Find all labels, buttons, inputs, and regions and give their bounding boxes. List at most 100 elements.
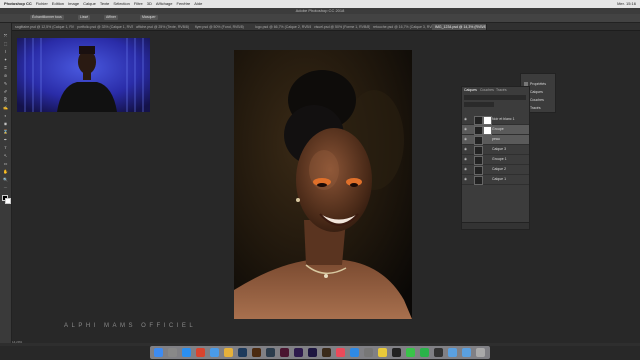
dock-icon[interactable] [462, 348, 471, 357]
menu-item-4[interactable]: Calque [83, 1, 96, 6]
document-tab[interactable]: flyer.psd @ 50% (Fond, RVB/8) [192, 24, 255, 30]
layer-row[interactable]: ◉ peau [462, 135, 529, 145]
dock-icon[interactable] [308, 348, 317, 357]
tab-channels[interactable]: Couches [480, 88, 494, 92]
dock-icon[interactable] [224, 348, 233, 357]
dock-icon[interactable] [252, 348, 261, 357]
visibility-eye-icon[interactable]: ◉ [464, 135, 467, 144]
document-tab[interactable]: logo.psd @ 66,7% (Calque 2, RVB/8) [252, 24, 314, 30]
menu-item-7[interactable]: Filtre [134, 1, 143, 6]
layer-name: Noir et blanc 1 [492, 117, 515, 121]
crop-tool-icon[interactable]: ⌗ [3, 65, 8, 70]
dock-icon[interactable] [336, 348, 345, 357]
dock-icon[interactable] [210, 348, 219, 357]
layer-row[interactable]: ◉ Noir et blanc 1 [462, 115, 529, 125]
menu-item-1[interactable]: Fichier [36, 1, 48, 6]
history-brush-tool-icon[interactable]: ✍ [3, 105, 8, 110]
move-tool-icon[interactable]: ⤧ [3, 33, 8, 38]
layer-row[interactable]: ◉ Calque 2 [462, 165, 529, 175]
layer-row[interactable]: ◉ Groupe [462, 125, 529, 135]
more-tool-icon[interactable]: ⋯ [3, 185, 8, 190]
visibility-eye-icon[interactable]: ◉ [464, 165, 467, 174]
layer-thumbnail [474, 136, 483, 145]
dock-icon[interactable] [406, 348, 415, 357]
healing-tool-icon[interactable]: ✎ [3, 81, 8, 86]
pen-tool-icon[interactable]: ✒ [3, 137, 8, 142]
dock-icon[interactable] [280, 348, 289, 357]
hand-tool-icon[interactable]: ✋ [3, 169, 8, 174]
webcam-overlay [17, 38, 150, 112]
layer-row[interactable]: ◉ Calque 1 [462, 175, 529, 185]
blend-mode-select[interactable] [464, 102, 494, 107]
dock-icon[interactable] [154, 348, 163, 357]
layer-thumbnail [474, 166, 483, 175]
menu-item-9[interactable]: Affichage [156, 1, 173, 6]
visibility-eye-icon[interactable]: ◉ [464, 115, 467, 124]
dock-icon[interactable] [476, 348, 485, 357]
dock-icon[interactable] [350, 348, 359, 357]
layer-mask-thumbnail[interactable] [483, 126, 492, 135]
tools-panel: ⤧ ⬚ ⌇ ✦ ⌗ ⊘ ✎ ✐ ⎘ ✍ ◐ ◉ ⌛ ✒ T ↖ ▭ ✋ 🔍 ⋯ [0, 23, 12, 343]
prop-item-label: Tracés [530, 106, 541, 110]
layer-filter-field[interactable] [464, 95, 526, 100]
tab-paths[interactable]: Tracés [496, 88, 507, 92]
menu-item-2[interactable]: Edition [52, 1, 64, 6]
marquee-tool-icon[interactable]: ⬚ [3, 41, 8, 46]
document-tab[interactable]: portfolio.psd @ 33% (Calque 1, RVB/8) [74, 24, 136, 30]
sample-all-checkbox[interactable]: Échantillonner tous [30, 15, 64, 20]
dock-icon[interactable] [182, 348, 191, 357]
layer-mask-thumbnail[interactable] [483, 116, 492, 125]
dock-icon[interactable] [196, 348, 205, 357]
eraser-tool-icon[interactable]: ◐ [3, 113, 8, 118]
dock-icon[interactable] [378, 348, 387, 357]
magic-wand-tool-icon[interactable]: ✦ [3, 57, 8, 62]
stamp-tool-icon[interactable]: ⎘ [3, 97, 8, 102]
dock-icon[interactable] [364, 348, 373, 357]
menu-item-8[interactable]: 3D [147, 1, 152, 6]
lasso-tool-icon[interactable]: ⌇ [3, 49, 8, 54]
visibility-eye-icon[interactable]: ◉ [464, 175, 467, 184]
type-tool-icon[interactable]: T [3, 145, 8, 150]
document-tab[interactable]: IMG_1234.psd @ 14,3% (RVB/8) [432, 24, 487, 30]
dock-icon[interactable] [434, 348, 443, 357]
zoom-level[interactable]: 14,29% [12, 340, 22, 344]
shape-tool-icon[interactable]: ▭ [3, 161, 8, 166]
visibility-eye-icon[interactable]: ◉ [464, 125, 467, 134]
layer-name: Calque 2 [492, 167, 507, 171]
dock-icon[interactable] [266, 348, 275, 357]
refine-button[interactable]: Affiner [104, 15, 119, 20]
document-tab[interactable]: retouche.psd @ 16,7% (Calque 3, RVB/8) [370, 24, 435, 30]
document-tab[interactable]: sagittaire.psd @ 12,5% (Calque 1, RVB/8) [12, 24, 77, 30]
menu-item-11[interactable]: Aide [194, 1, 202, 6]
menu-item-3[interactable]: Image [68, 1, 79, 6]
gradient-tool-icon[interactable]: ◉ [3, 121, 8, 126]
dock-icon[interactable] [238, 348, 247, 357]
menu-item-0[interactable]: Photoshop CC [4, 1, 32, 6]
dock-icon[interactable] [392, 348, 401, 357]
dock-icon[interactable] [322, 348, 331, 357]
layer-row[interactable]: ◉ Calque 3 [462, 145, 529, 155]
dock-icon[interactable] [168, 348, 177, 357]
menu-item-5[interactable]: Texte [100, 1, 110, 6]
document-tab[interactable]: affiche.psd @ 25% (Texte, RVB/8) [133, 24, 195, 30]
background-color-swatch[interactable] [5, 198, 11, 204]
dock-icon[interactable] [420, 348, 429, 357]
eyedropper-tool-icon[interactable]: ⊘ [3, 73, 8, 78]
document-tab[interactable]: visuel.psd @ 50% (Forme 1, RVB/8) [311, 24, 373, 30]
visibility-eye-icon[interactable]: ◉ [464, 145, 467, 154]
dock-icon[interactable] [448, 348, 457, 357]
zoom-tool-icon[interactable]: 🔍 [3, 177, 8, 182]
channel-watermark: ALPHI MAMS OFFICIEL [64, 323, 197, 329]
visibility-eye-icon[interactable]: ◉ [464, 155, 467, 164]
blur-tool-icon[interactable]: ⌛ [3, 129, 8, 134]
tab-layers[interactable]: Calques [464, 88, 477, 92]
menu-item-10[interactable]: Fenêtre [177, 1, 191, 6]
layer-row[interactable]: ◉ Groupe 1 [462, 155, 529, 165]
dock-icon[interactable] [294, 348, 303, 357]
brush-tool-icon[interactable]: ✐ [3, 89, 8, 94]
smooth-checkbox[interactable]: Lissé [78, 15, 91, 20]
mask-button[interactable]: Masquer [140, 15, 158, 20]
layer-thumbnail [474, 176, 483, 185]
path-select-tool-icon[interactable]: ↖ [3, 153, 8, 158]
menu-item-6[interactable]: Sélection [113, 1, 129, 6]
